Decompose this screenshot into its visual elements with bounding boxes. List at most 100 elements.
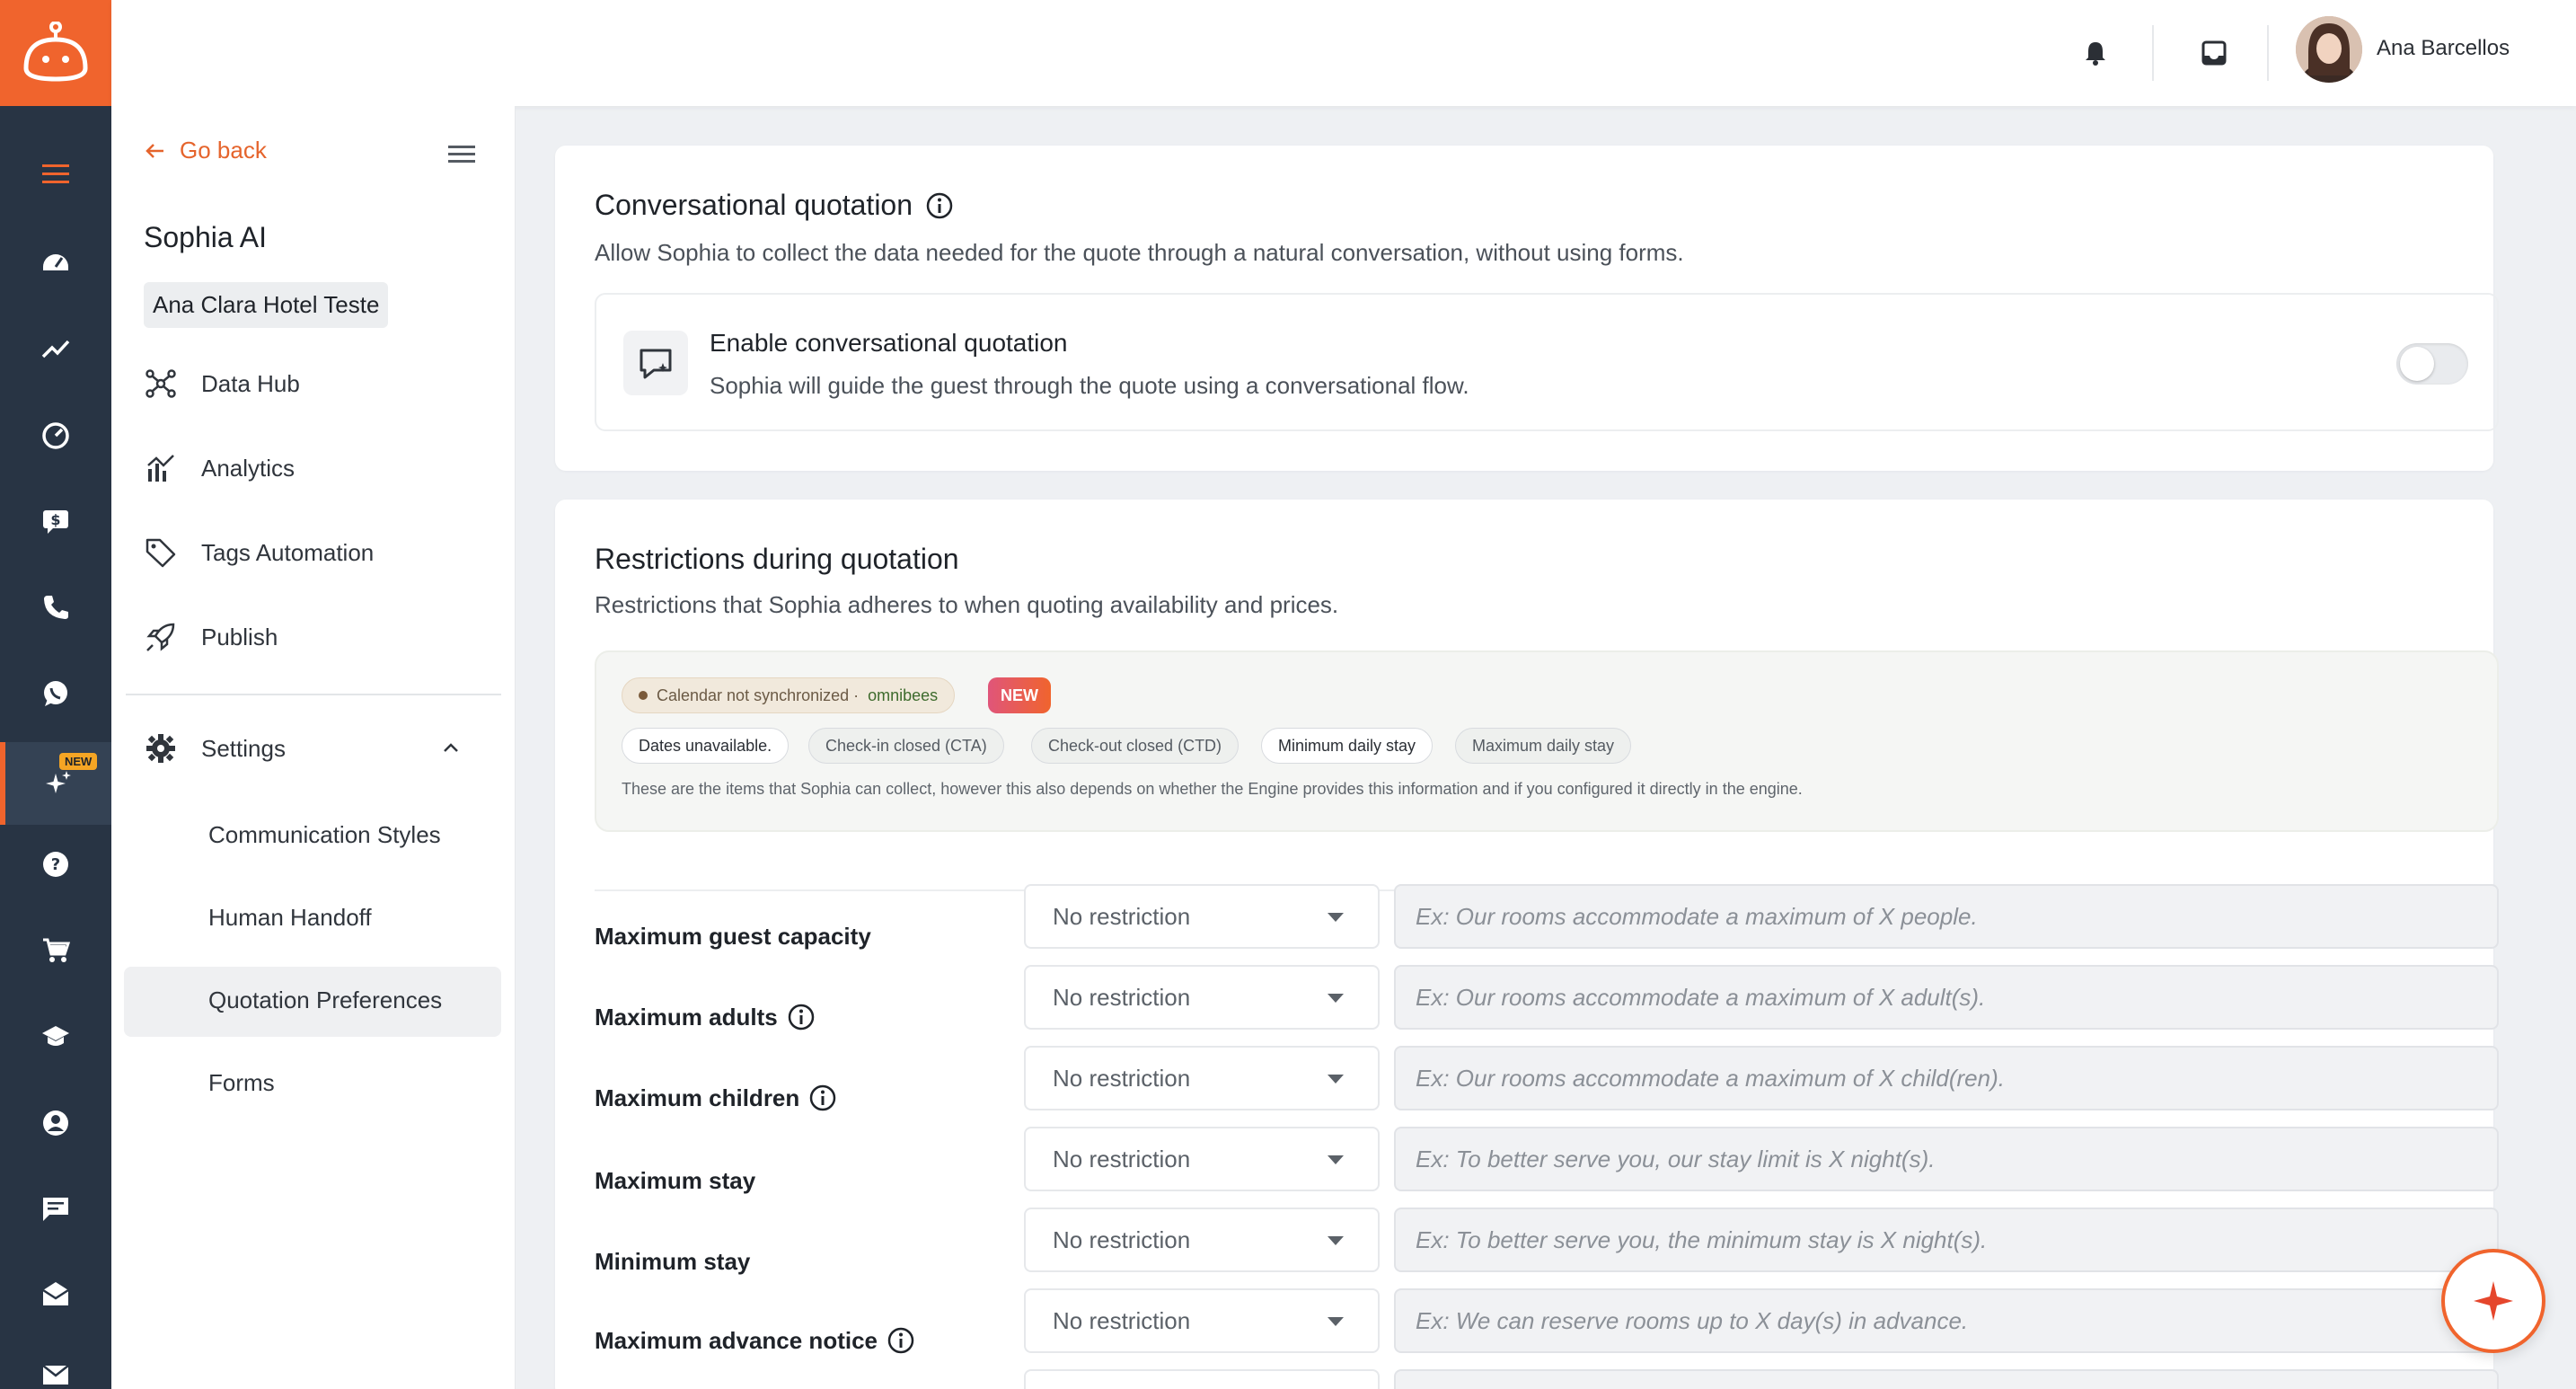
calendar-status-pill: Calendar not synchronized · omnibees [622,677,956,713]
inbox-button[interactable] [2193,32,2235,74]
chip-checkin-closed: Check-in closed (CTA) [808,728,1004,764]
max-children-select[interactable]: No restriction [1024,1046,1380,1110]
next-row-select[interactable] [1024,1369,1380,1389]
info-icon[interactable] [925,191,954,220]
rail-item-phone[interactable] [0,571,111,643]
max-stay-input[interactable]: Ex: To better serve you, our stay limit … [1394,1127,2499,1191]
row-label-max-children: Maximum children [595,1066,837,1130]
rail-item-chat[interactable] [0,1173,111,1245]
conversation-icon-wrapper [623,331,688,395]
hotel-chip: Ana Clara Hotel Teste [144,282,389,328]
app-logo[interactable] [0,0,111,106]
min-stay-select[interactable]: No restriction [1024,1208,1380,1272]
sidebar-divider [126,694,501,695]
caret-down-icon [1328,913,1344,922]
max-advance-notice-input[interactable]: Ex: We can reserve rooms up to X day(s) … [1394,1288,2499,1353]
bell-icon [2086,42,2105,66]
max-children-input[interactable]: Ex: Our rooms accommodate a maximum of X… [1394,1046,2499,1110]
sidebar-item-label: Analytics [201,454,296,482]
max-guest-capacity-select[interactable]: No restriction [1024,884,1380,949]
info-icon[interactable] [887,1326,915,1355]
cart-icon [43,938,71,962]
row-label-text: Maximum stay [595,1166,756,1194]
sidebar-item-data-hub[interactable]: Data Hub [144,367,300,401]
sidebar-subitem-human-handoff[interactable]: Human Handoff [208,904,372,932]
conversational-quotation-card: Conversational quotation Allow Sophia to… [555,146,2499,471]
max-adults-input[interactable]: Ex: Our rooms accommodate a maximum of X… [1394,965,2499,1030]
max-stay-select[interactable]: No restriction [1024,1127,1380,1191]
hamburger-icon [448,146,475,163]
chip-checkout-closed: Check-out closed (CTD) [1031,728,1239,764]
sidebar-item-analytics[interactable]: Analytics [144,451,295,485]
chat-bubble-icon [640,349,672,379]
mail-open-icon [42,1282,69,1305]
trending-up-icon [41,340,70,358]
calendar-provider: omnibees [868,686,939,704]
rail-item-trending[interactable] [0,313,111,385]
toggle-knob [2400,347,2434,381]
speedometer-icon [42,422,69,449]
select-value: No restriction [1053,1225,1191,1253]
avatar[interactable] [2296,16,2362,83]
rocket-icon [146,623,175,651]
rail-item-sophia-ai[interactable]: NEW [0,742,111,825]
row-label-text: Maximum guest capacity [595,922,871,950]
sidebar-subitem-communication-styles[interactable]: Communication Styles [208,821,441,849]
rail-item-mail[interactable] [0,1339,111,1389]
enable-conversational-box: Enable conversational quotation Sophia w… [595,293,2499,431]
rail-item-sales[interactable]: $ [0,485,111,557]
rail-item-speed[interactable] [0,399,111,471]
svg-text:$: $ [50,511,60,528]
caret-down-icon [1328,1317,1344,1326]
row-label-max-guest-capacity: Maximum guest capacity [595,904,871,969]
next-row-input[interactable] [1394,1369,2499,1389]
robot-logo-icon [23,22,88,82]
mail-icon [42,1365,69,1385]
engine-note: These are the items that Sophia can coll… [622,780,1803,798]
chip-maximum-daily-stay: Maximum daily stay [1455,728,1632,764]
rail-item-whatsapp[interactable] [0,658,111,730]
sophia-assistant-button[interactable] [2441,1249,2545,1353]
section-title: Conversational quotation [595,189,954,222]
min-stay-input[interactable]: Ex: To better serve you, the minimum sta… [1394,1208,2499,1272]
rail-item-mail-open[interactable] [0,1258,111,1330]
hub-icon [146,369,176,398]
rail-menu-button[interactable] [0,138,111,210]
chevron-up-icon [444,743,458,752]
sidebar-item-tags-automation[interactable]: Tags Automation [144,535,374,570]
calendar-status-text: Calendar not synchronized · [657,686,860,704]
rail-item-account[interactable] [0,1087,111,1159]
info-icon[interactable] [808,1084,837,1112]
max-advance-notice-select[interactable]: No restriction [1024,1288,1380,1353]
sidebar: Go back Sophia AI Ana Clara Hotel Teste … [111,106,516,1389]
account-circle-icon [43,1110,68,1136]
header-divider [2152,25,2154,81]
go-back-link[interactable]: Go back [144,137,267,164]
conversational-toggle[interactable] [2396,343,2468,385]
chip-minimum-daily-stay: Minimum daily stay [1261,728,1434,764]
rail-item-cart[interactable] [0,915,111,986]
row-label-min-stay: Minimum stay [595,1229,750,1294]
info-icon[interactable] [787,1003,816,1031]
notifications-button[interactable] [2075,32,2116,74]
user-name[interactable]: Ana Barcellos [2377,36,2510,61]
dashboard-icon [43,254,68,270]
sidebar-subitem-quotation-preferences[interactable]: Quotation Preferences [208,986,442,1014]
caret-down-icon [1328,994,1344,1003]
restrictions-title: Restrictions during quotation [595,543,959,575]
caret-down-icon [1328,1236,1344,1245]
max-adults-select[interactable]: No restriction [1024,965,1380,1030]
sidebar-collapse-button[interactable] [446,138,478,175]
school-icon [42,1026,69,1046]
max-guest-capacity-input[interactable]: Ex: Our rooms accommodate a maximum of X… [1394,884,2499,949]
rail-item-dashboard[interactable] [0,226,111,298]
inbox-icon [2201,40,2227,66]
rail-item-academy[interactable] [0,1001,111,1073]
sidebar-item-publish[interactable]: Publish [144,620,278,654]
enable-description: Sophia will guide the guest through the … [710,372,1469,399]
sidebar-subitem-forms[interactable]: Forms [208,1069,275,1097]
menu-icon [42,164,69,183]
sidebar-item-settings[interactable]: Settings [144,731,503,765]
rail-item-help[interactable]: ? [0,828,111,900]
tag-icon [146,538,176,568]
